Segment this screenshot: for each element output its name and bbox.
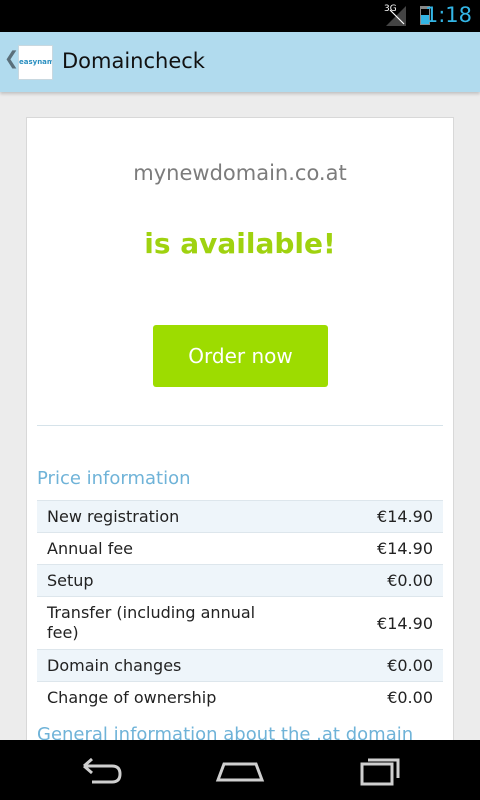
price-label: Domain changes <box>47 655 182 675</box>
price-amount: €14.90 <box>377 613 433 633</box>
price-label: Setup <box>47 570 94 590</box>
table-row: Domain changes €0.00 <box>37 649 443 682</box>
up-caret-icon[interactable]: ❮ <box>4 48 19 69</box>
price-label: Transfer (including annual fee) <box>47 603 256 642</box>
table-row: New registration €14.90 <box>37 500 443 533</box>
price-table: New registration €14.90 Annual fee €14.9… <box>37 500 443 713</box>
price-info-heading: Price information <box>37 468 191 489</box>
content-area[interactable]: mynewdomain.co.at is available! Order no… <box>0 92 480 740</box>
page-title: Domaincheck <box>62 49 205 73</box>
price-amount: €0.00 <box>387 656 433 675</box>
price-label: New registration <box>47 506 180 526</box>
table-row: Change of ownership €0.00 <box>37 681 443 714</box>
table-row: Transfer (including annual fee) €14.90 <box>37 596 443 650</box>
price-label: Change of ownership <box>47 687 217 707</box>
signal-icon: 3G <box>384 4 406 30</box>
table-row: Annual fee €14.90 <box>37 532 443 565</box>
result-card: mynewdomain.co.at is available! Order no… <box>26 117 454 740</box>
network-type: 3G <box>384 4 397 14</box>
price-label: Annual fee <box>47 538 134 558</box>
navigation-bar <box>0 740 480 800</box>
domain-name: mynewdomain.co.at <box>133 161 347 185</box>
app-logo-text: easyname <box>19 58 52 66</box>
price-amount: €14.90 <box>377 539 433 558</box>
price-amount: €0.00 <box>387 688 433 707</box>
availability-status: is available! <box>144 227 336 260</box>
price-amount: €0.00 <box>387 571 433 590</box>
price-amount: €14.90 <box>377 507 433 526</box>
divider <box>37 425 443 426</box>
app-logo[interactable]: easyname <box>18 45 53 80</box>
action-bar: ❮ easyname Domaincheck <box>0 32 480 92</box>
clock: 1:18 <box>424 3 472 27</box>
home-icon[interactable] <box>210 750 270 790</box>
back-icon[interactable] <box>70 750 130 790</box>
table-row: Setup €0.00 <box>37 564 443 597</box>
order-now-button[interactable]: Order now <box>153 325 328 387</box>
recent-apps-icon[interactable] <box>350 750 410 790</box>
status-bar: 3G 1:18 <box>0 0 480 32</box>
general-info-heading: General information about the .at domain <box>37 724 414 740</box>
